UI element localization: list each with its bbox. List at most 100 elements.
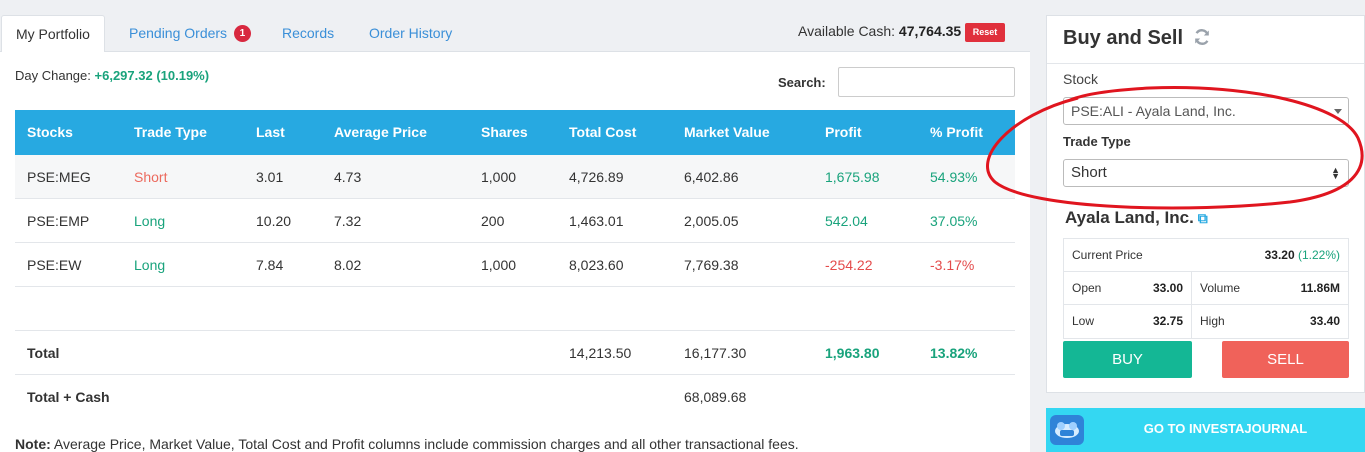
- trade-type-select[interactable]: Short ▲ ▼: [1063, 159, 1349, 187]
- high-label: High: [1200, 314, 1225, 328]
- note-text: Average Price, Market Value, Total Cost …: [53, 436, 799, 452]
- table-row[interactable]: PSE:EMP Long 10.20 7.32 200 1,463.01 2,0…: [15, 199, 1015, 243]
- cell-stock: PSE:EMP: [27, 213, 90, 229]
- high-cell: High 33.40: [1191, 305, 1348, 338]
- pending-count-badge: 1: [233, 25, 251, 42]
- cell-shares: 1,000: [481, 257, 517, 273]
- available-cash: Available Cash: 47,764.35: [798, 23, 961, 39]
- refresh-icon[interactable]: [1193, 28, 1211, 52]
- current-price-change: (1.22%): [1297, 248, 1340, 262]
- cell-pct-profit: 37.05%: [930, 213, 978, 229]
- low-value: 32.75: [1152, 314, 1183, 328]
- buy-sell-title-text: Buy and Sell: [1063, 27, 1184, 49]
- cell-pct-profit: -3.17%: [930, 257, 975, 273]
- cell-total-cost: 4,726.89: [569, 169, 624, 185]
- low-cell: Low 32.75: [1064, 305, 1191, 338]
- trade-type-select-value: Short: [1071, 164, 1107, 181]
- volume-value: 11.86M: [1300, 281, 1340, 295]
- sell-button[interactable]: SELL: [1222, 341, 1349, 378]
- open-cell: Open 33.00: [1064, 272, 1191, 305]
- buy-sell-divider: [1047, 63, 1364, 64]
- portfolio-content: Day Change: +6,297.32 (10.19%) Search: S…: [0, 52, 1030, 452]
- cell-total-cost: 1,463.01: [569, 213, 624, 229]
- external-link-icon[interactable]: ⧉: [1198, 210, 1208, 226]
- open-value: 33.00: [1152, 281, 1183, 295]
- current-price: 33.20 (1.22%): [1265, 239, 1340, 272]
- open-label: Open: [1072, 281, 1102, 295]
- cell-stock: PSE:EW: [27, 257, 82, 273]
- portfolio-panel: My Portfolio Pending Orders 1 Records Or…: [0, 0, 1032, 452]
- cell-last: 10.20: [256, 213, 292, 229]
- cell-trade-type: Short: [134, 169, 168, 185]
- col-profit[interactable]: Profit: [825, 110, 862, 155]
- total-cash-label: Total + Cash: [27, 389, 110, 405]
- cell-average-price: 7.32: [334, 213, 362, 229]
- chevron-updown-icon: ▲ ▼: [1331, 165, 1340, 181]
- cell-market-value: 7,769.38: [684, 257, 739, 273]
- buy-sell-panel: Buy and Sell Stock PSE:ALI - Ayala Land,…: [1046, 15, 1365, 393]
- stock-label: Stock: [1063, 71, 1099, 87]
- caret-down-icon: [1334, 109, 1342, 114]
- available-cash-value: 47,764.35: [898, 23, 962, 39]
- col-last[interactable]: Last: [256, 110, 285, 155]
- table-row[interactable]: PSE:MEG Short 3.01 4.73 1,000 4,726.89 6…: [15, 155, 1015, 199]
- col-shares[interactable]: Shares: [481, 110, 528, 155]
- fee-note: Note: Average Price, Market Value, Total…: [15, 436, 799, 452]
- current-price-label: Current Price: [1072, 248, 1143, 262]
- search-input[interactable]: [838, 67, 1015, 97]
- tab-label: Pending Orders: [129, 25, 228, 41]
- col-market-value[interactable]: Market Value: [684, 110, 770, 155]
- tab-label: Order History: [369, 25, 453, 41]
- tab-my-portfolio[interactable]: My Portfolio: [1, 15, 105, 53]
- col-average-price[interactable]: Average Price: [334, 110, 427, 155]
- total-label: Total: [27, 345, 60, 361]
- quote-table: Current Price 33.20 (1.22%) Open 33.00 V…: [1063, 238, 1349, 339]
- cell-profit: 542.04: [825, 213, 868, 229]
- col-pct-profit[interactable]: % Profit: [930, 110, 983, 155]
- cell-average-price: 4.73: [334, 169, 362, 185]
- volume-label: Volume: [1200, 281, 1241, 295]
- portfolio-table-header: Stocks Trade Type Last Average Price Sha…: [15, 110, 1015, 155]
- note-label: Note:: [15, 436, 51, 452]
- total-cash-market-value: 68,089.68: [684, 389, 747, 405]
- cell-shares: 200: [481, 213, 505, 229]
- cell-profit: -254.22: [825, 257, 873, 273]
- col-total-cost[interactable]: Total Cost: [569, 110, 636, 155]
- search-label: Search:: [778, 75, 826, 90]
- col-stocks[interactable]: Stocks: [27, 110, 73, 155]
- volume-cell: Volume 11.86M: [1191, 272, 1348, 305]
- col-trade-type[interactable]: Trade Type: [134, 110, 207, 155]
- current-price-value: 33.20: [1264, 248, 1295, 262]
- table-row[interactable]: PSE:EW Long 7.84 8.02 1,000 8,023.60 7,7…: [15, 243, 1015, 287]
- available-cash-label: Available Cash:: [798, 23, 896, 39]
- total-row: Total 14,213.50 16,177.30 1,963.80 13.82…: [15, 331, 1015, 375]
- tab-label: My Portfolio: [16, 26, 90, 42]
- cell-total-cost: 8,023.60: [569, 257, 624, 273]
- low-high-row: Low 32.75 High 33.40: [1064, 305, 1348, 338]
- buy-button[interactable]: BUY: [1063, 341, 1192, 378]
- cell-stock: PSE:MEG: [27, 169, 91, 185]
- tab-order-history[interactable]: Order History: [355, 15, 466, 52]
- cell-market-value: 6,402.86: [684, 169, 739, 185]
- tab-label: Records: [282, 25, 335, 41]
- total-pct-profit: 13.82%: [930, 345, 978, 361]
- stock-select[interactable]: PSE:ALI - Ayala Land, Inc.: [1063, 97, 1349, 125]
- tab-pending-orders[interactable]: Pending Orders 1: [115, 15, 265, 52]
- tab-records[interactable]: Records: [268, 15, 348, 52]
- current-price-row: Current Price 33.20 (1.22%): [1064, 239, 1348, 272]
- cell-pct-profit: 54.93%: [930, 169, 978, 185]
- cell-average-price: 8.02: [334, 257, 362, 273]
- company-name: Ayala Land, Inc. ⧉: [1065, 208, 1208, 228]
- high-value: 33.40: [1309, 314, 1340, 328]
- investajournal-banner[interactable]: GO TO INVESTAJOURNAL: [1046, 408, 1365, 452]
- reset-button[interactable]: Reset: [965, 23, 1005, 42]
- day-change-value: +6,297.32 (10.19%): [94, 68, 210, 83]
- stock-select-value: PSE:ALI - Ayala Land, Inc.: [1071, 103, 1236, 119]
- cell-last: 3.01: [256, 169, 284, 185]
- cell-last: 7.84: [256, 257, 284, 273]
- cell-market-value: 2,005.05: [684, 213, 739, 229]
- cell-trade-type: Long: [134, 257, 166, 273]
- cell-trade-type: Long: [134, 213, 166, 229]
- cell-shares: 1,000: [481, 169, 517, 185]
- total-market-value: 16,177.30: [684, 345, 747, 361]
